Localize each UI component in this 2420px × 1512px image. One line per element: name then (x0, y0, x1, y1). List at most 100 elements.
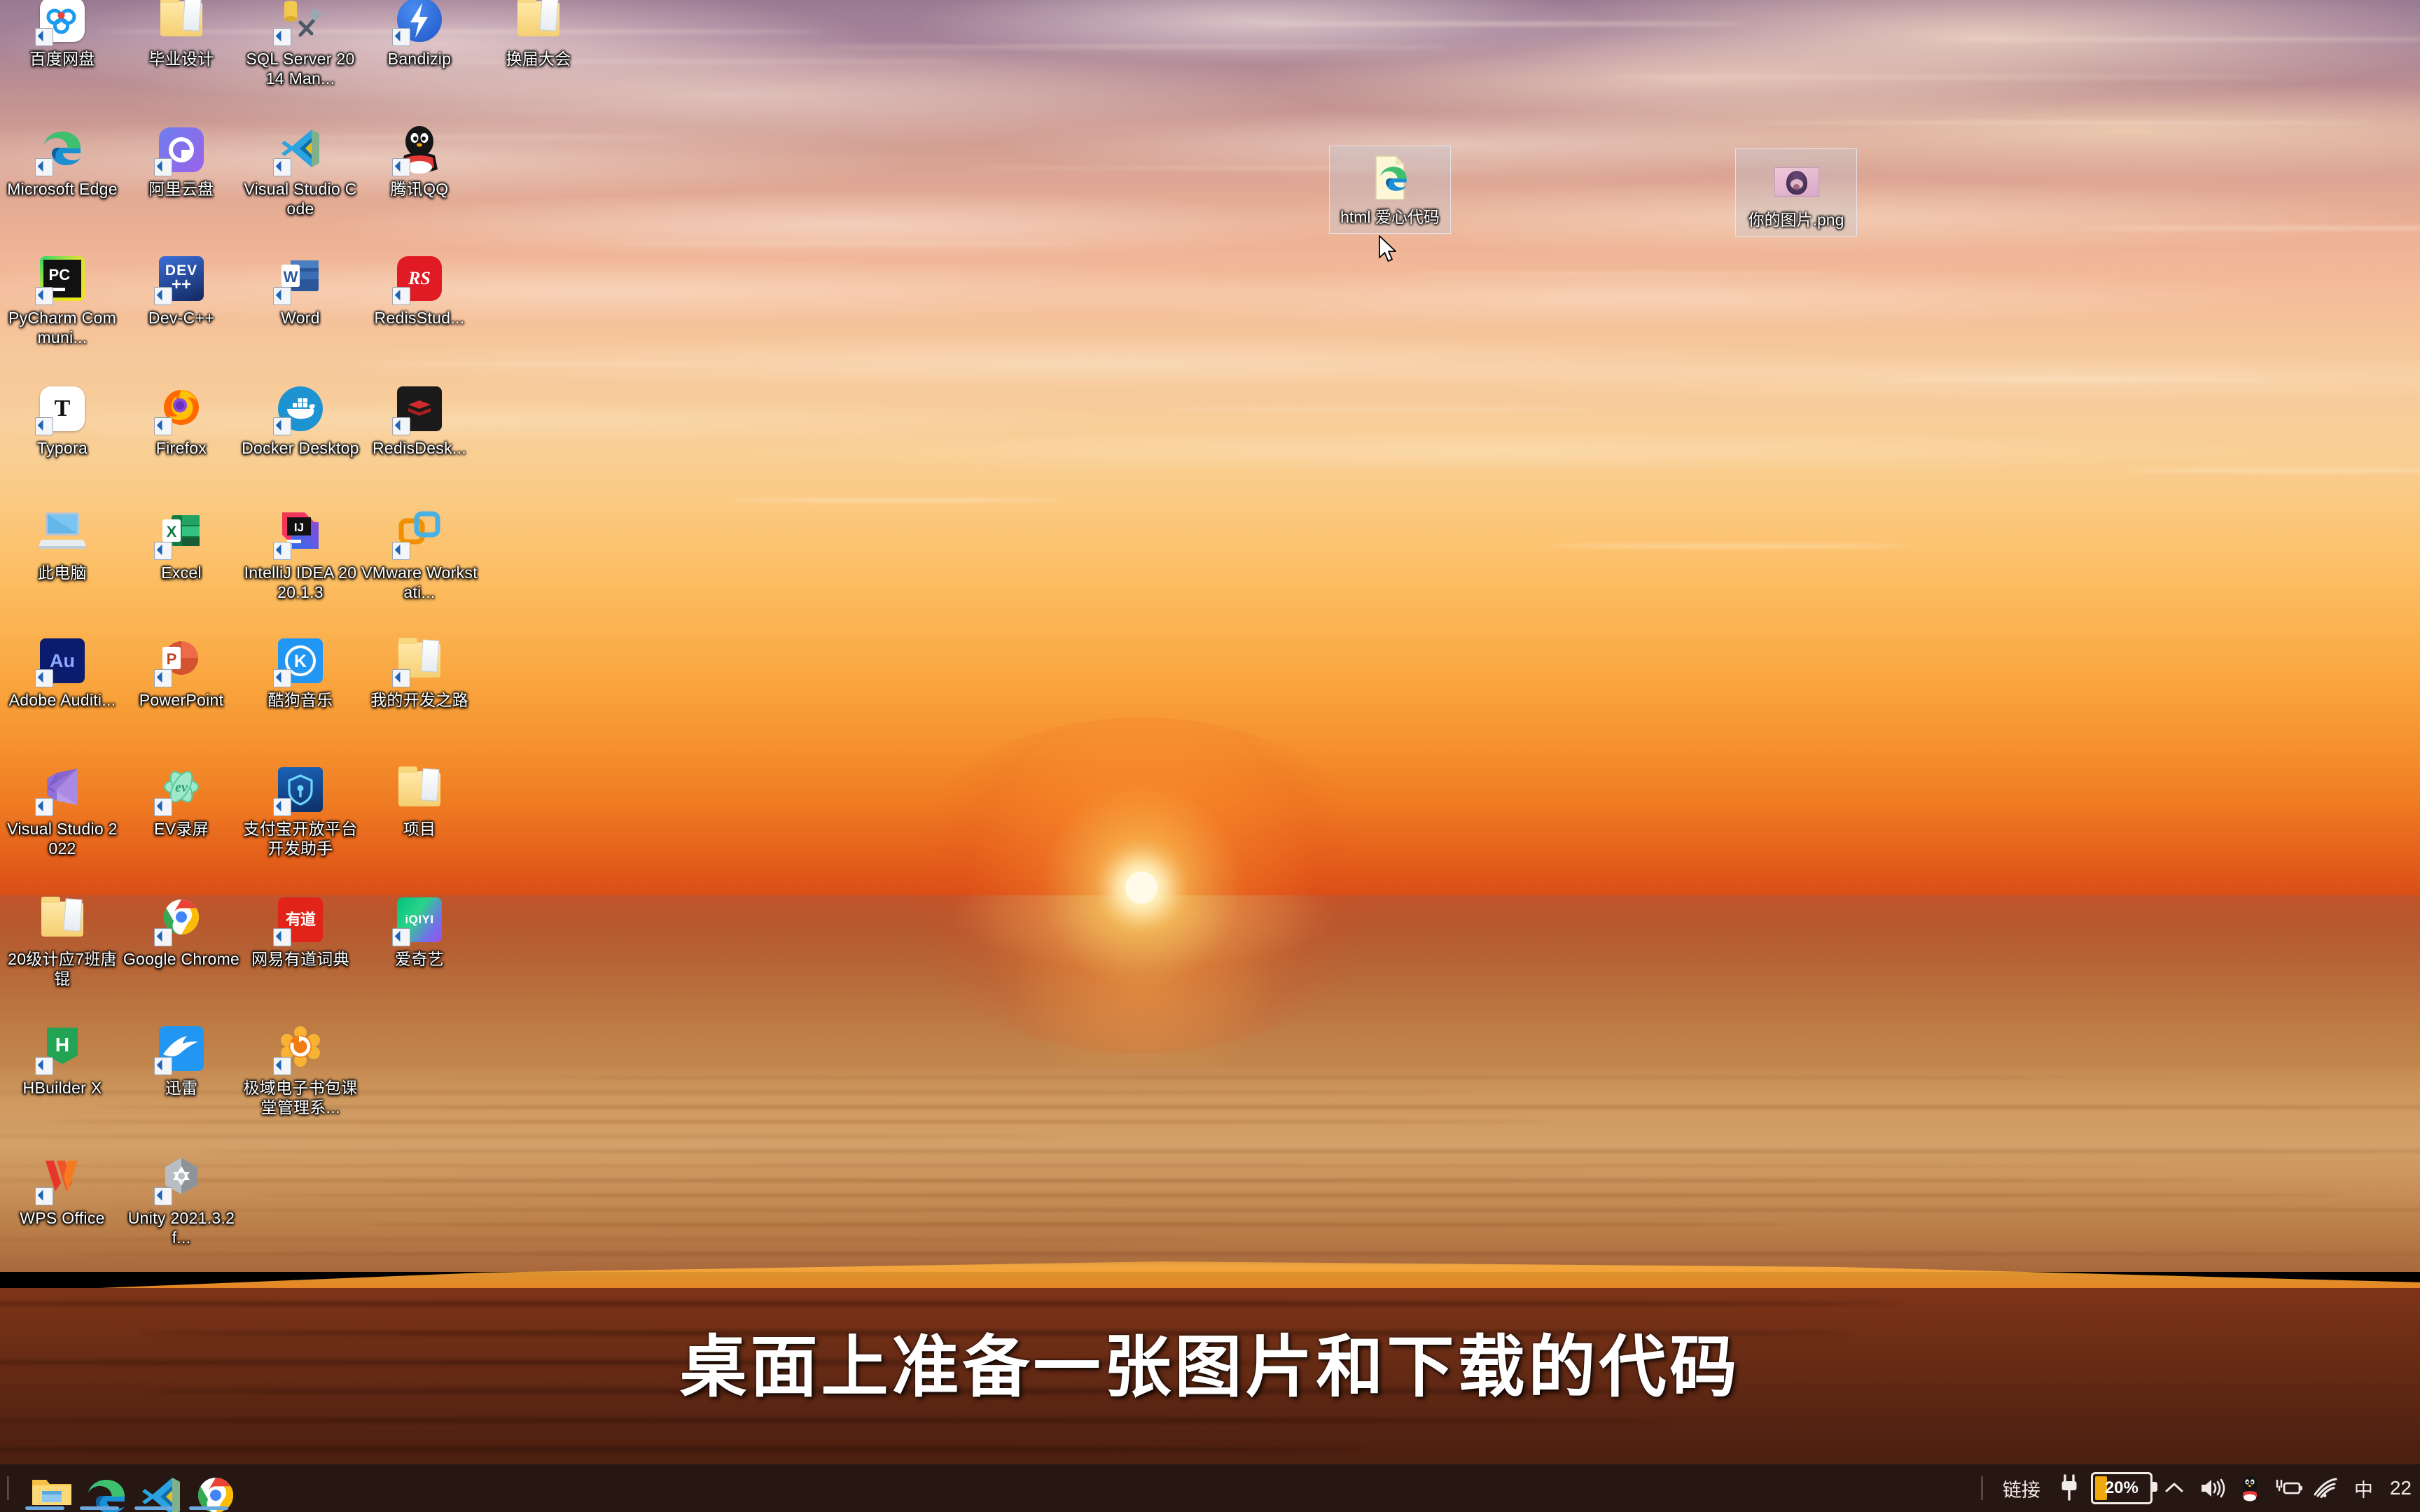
iqiyi-icon: iQIYI (394, 895, 445, 945)
desktop-icon[interactable]: 我的开发之路 (361, 636, 478, 710)
desktop-icon-label: Dev-C++ (123, 308, 240, 328)
folder-icon (156, 0, 207, 45)
desktop-icon[interactable]: Google Chrome (123, 895, 240, 969)
bandizip-icon (394, 0, 445, 45)
desktop-icon[interactable]: 20级计应7班唐锟 (4, 895, 121, 988)
firefox-icon (156, 384, 207, 434)
tray-link-label[interactable]: 链接 (1993, 1475, 2050, 1502)
desktop-icon[interactable]: WPS Office (4, 1154, 121, 1228)
taskbar-app-area (0, 1464, 236, 1512)
selected-desktop-file[interactable]: 你的图片.png (1735, 148, 1857, 237)
battery-icon[interactable] (2269, 1464, 2307, 1512)
desktop-icon[interactable]: SQL Server 2014 Man... (242, 0, 359, 88)
shortcut-arrow-icon (273, 542, 291, 560)
desktop-icon[interactable]: P PowerPoint (123, 636, 240, 710)
edge-icon (37, 125, 88, 175)
shortcut-arrow-icon (273, 669, 291, 687)
selected-desktop-file[interactable]: html 爱心代码 (1329, 146, 1451, 234)
desktop-icon[interactable]: Firefox (123, 384, 240, 458)
thunder-xunlei-icon (156, 1023, 207, 1074)
typora-icon: T (37, 384, 88, 434)
desktop-icon[interactable]: Visual Studio Code (242, 125, 359, 218)
taskbar-app-button[interactable] (18, 1464, 72, 1512)
selected-file-label: html 爱心代码 (1330, 207, 1450, 233)
kugou-music-icon: K (275, 636, 326, 686)
desktop-icon[interactable]: 百度网盘 (4, 0, 121, 69)
desktop-icon-label: PyCharm Communi... (4, 308, 121, 347)
desktop-icon[interactable]: 换届大会 (480, 0, 597, 69)
desktop-icon[interactable]: IJ IntelliJ IDEA 2020.1.3 (242, 508, 359, 602)
desktop-icon[interactable]: 阿里云盘 (123, 125, 240, 199)
wifi-icon[interactable] (2307, 1464, 2344, 1512)
alipay-devtool-icon (275, 764, 326, 815)
excel-icon: X (156, 508, 207, 559)
taskbar-app-button[interactable] (127, 1464, 181, 1512)
desktop-icon[interactable]: 此电脑 (4, 508, 121, 582)
wps-office-icon (37, 1154, 88, 1204)
taskbar-app-button[interactable] (72, 1464, 127, 1512)
desktop-icon[interactable]: 极域电子书包课堂管理系... (242, 1023, 359, 1117)
word-icon: W (275, 253, 326, 304)
desktop-icon[interactable]: ev EV录屏 (123, 764, 240, 839)
desktop-icon[interactable]: K 酷狗音乐 (242, 636, 359, 710)
power-plug-icon[interactable] (2050, 1464, 2088, 1512)
edge-icon (84, 1473, 115, 1504)
desktop-icon-label: HBuilder X (4, 1078, 121, 1098)
desktop-icon[interactable]: H HBuilder X (4, 1023, 121, 1098)
desktop-icon[interactable]: VMware Workstati... (361, 508, 478, 602)
qq-penguin-icon[interactable] (2231, 1464, 2269, 1512)
ime-indicator[interactable]: 中 (2344, 1475, 2383, 1502)
desktop-icon[interactable]: 腾讯QQ (361, 125, 478, 199)
desktop-icon-label: Adobe Auditi... (4, 690, 121, 710)
desktop-icon-label: 酷狗音乐 (242, 690, 359, 710)
sql-server-icon (275, 0, 326, 45)
redis-desktop-icon (394, 384, 445, 434)
shortcut-arrow-icon (35, 28, 53, 46)
desktop-icon[interactable]: W Word (242, 253, 359, 328)
desktop-icon[interactable]: Au Adobe Auditi... (4, 636, 121, 710)
speaker-icon[interactable] (2193, 1464, 2231, 1512)
desktop-icon[interactable]: Microsoft Edge (4, 125, 121, 199)
desktop-icon-label: 我的开发之路 (361, 690, 478, 710)
desktop-icon-grid: 百度网盘 毕业设计 SQL Server 2014 Man... Bandizip… (0, 0, 700, 1463)
desktop-icon[interactable]: X Excel (123, 508, 240, 582)
desktop-icon[interactable]: 支付宝开放平台开发助手 (242, 764, 359, 858)
chevron-up-icon[interactable] (2155, 1464, 2193, 1512)
shortcut-arrow-icon (154, 1057, 172, 1075)
desktop-icon-label: IntelliJ IDEA 2020.1.3 (242, 563, 359, 602)
desktop-icon[interactable]: Visual Studio 2022 (4, 764, 121, 858)
desktop-icon-label: Excel (123, 563, 240, 582)
svg-text:IJ: IJ (294, 521, 304, 534)
shortcut-arrow-icon (35, 287, 53, 305)
taskbar-clock[interactable]: 22 (2383, 1477, 2416, 1499)
system-tray: 链接 20% 中 22 (1981, 1464, 2420, 1512)
battery-status-indicator[interactable]: 20% (2091, 1472, 2153, 1504)
dev-cpp-icon: DEV ++ (156, 253, 207, 304)
desktop-icon[interactable]: 有道 网易有道词典 (242, 895, 359, 969)
desktop-icon[interactable]: 项目 (361, 764, 478, 839)
desktop-icon[interactable]: 迅雷 (123, 1023, 240, 1098)
svg-text:X: X (167, 523, 177, 540)
this-pc-icon (37, 508, 88, 559)
taskbar-app-button[interactable] (181, 1464, 236, 1512)
desktop-icon-label: 项目 (361, 819, 478, 839)
ev-recorder-icon: ev (156, 764, 207, 815)
desktop-icon-label: 此电脑 (4, 563, 121, 582)
desktop-icon[interactable]: Bandizip (361, 0, 478, 69)
desktop-icon[interactable]: 毕业设计 (123, 0, 240, 69)
baidu-netdisk-icon (37, 0, 88, 45)
chrome-icon (193, 1473, 224, 1504)
desktop-icon[interactable]: iQIYI 爱奇艺 (361, 895, 478, 969)
shortcut-arrow-icon (154, 542, 172, 560)
desktop-icon[interactable]: T Typora (4, 384, 121, 458)
taskbar-handle[interactable] (7, 1476, 9, 1500)
desktop-icon[interactable]: DEV ++ Dev-C++ (123, 253, 240, 328)
desktop-icon[interactable]: RS RedisStud... (361, 253, 478, 328)
desktop-icon[interactable]: RedisDesk... (361, 384, 478, 458)
desktop-icon-label: SQL Server 2014 Man... (242, 49, 359, 88)
desktop-icon[interactable]: PC PyCharm Communi... (4, 253, 121, 347)
desktop-icon[interactable]: Docker Desktop (242, 384, 359, 458)
shortcut-arrow-icon (154, 287, 172, 305)
intellij-idea-icon: IJ (275, 508, 326, 559)
desktop-icon[interactable]: Unity 2021.3.2f... (123, 1154, 240, 1247)
